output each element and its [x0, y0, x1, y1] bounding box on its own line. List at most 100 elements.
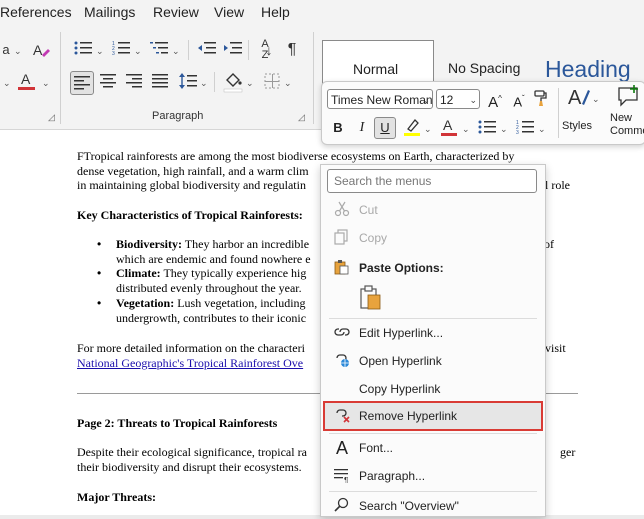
chevron-down-icon[interactable]: ⌄ — [538, 124, 546, 135]
bullets-icon[interactable] — [72, 40, 94, 62]
tab-review[interactable]: Review — [153, 4, 199, 20]
align-center-icon[interactable] — [98, 73, 118, 95]
menu-item-search-overview[interactable]: Search "Overview" — [321, 493, 545, 519]
separator — [558, 88, 559, 138]
chevron-down-icon[interactable]: ⌄ — [42, 78, 50, 89]
dialog-launcher-icon[interactable]: ◿ — [298, 112, 305, 123]
menu-item-cut[interactable]: Cut — [321, 197, 545, 223]
menu-item-edit-hyperlink[interactable]: Edit Hyperlink... — [321, 320, 545, 346]
context-menu: Search the menus Cut Copy Paste Options:… — [320, 164, 546, 517]
align-right-icon[interactable] — [124, 73, 144, 95]
italic-button[interactable]: I — [353, 118, 371, 138]
show-formatting-icon[interactable]: ¶ — [282, 40, 302, 60]
svg-text:A: A — [443, 117, 453, 133]
chevron-down-icon[interactable]: ⌄ — [284, 78, 292, 89]
chevron-down-icon[interactable]: ⌄ — [200, 78, 208, 89]
paragraph-more-info: For more detailed information on the cha… — [77, 341, 305, 370]
chevron-down-icon[interactable]: ⌄ — [96, 46, 104, 57]
bullet-vegetation: Vegetation: Lush vegetation, including u… — [116, 296, 306, 325]
chevron-down-icon[interactable]: ⌄ — [3, 78, 11, 89]
menu-item-open-hyperlink[interactable]: Open Hyperlink — [321, 348, 545, 374]
numbering-icon[interactable]: 123 — [514, 119, 536, 140]
style-heading[interactable]: Heading — [545, 56, 631, 83]
menu-item-paragraph[interactable]: ¶ Paragraph... — [321, 463, 545, 489]
despite-line-2: their biodiversity and disrupt their eco… — [77, 459, 302, 474]
bullet-title: Biodiversity: — [116, 237, 182, 251]
shading-icon[interactable] — [222, 71, 244, 99]
font-partial-icon[interactable]: a — [0, 40, 12, 60]
chevron-down-icon[interactable]: ⌄ — [424, 124, 432, 135]
bullet-text: undergrowth, contributes to their iconic — [116, 310, 307, 325]
chevron-down-icon[interactable]: ⌄ — [14, 46, 22, 57]
styles-label[interactable]: Styles — [562, 120, 592, 132]
menu-item-copy-hyperlink[interactable]: Copy Hyperlink — [321, 376, 545, 402]
intro-line-2: dense vegetation, high rainfall, and a w… — [77, 163, 309, 178]
menu-item-remove-hyperlink[interactable]: Remove Hyperlink — [321, 403, 545, 429]
menu-item-copy[interactable]: Copy — [321, 225, 545, 251]
tab-help[interactable]: Help — [261, 4, 290, 20]
sort-arrow-icon: ↓ — [265, 42, 273, 58]
chevron-down-icon[interactable]: ⌄ — [422, 90, 430, 108]
underline-button[interactable]: U — [374, 117, 396, 139]
chevron-down-icon[interactable]: ⌄ — [462, 124, 470, 135]
menu-item-label: Copy — [359, 231, 388, 245]
numbering-icon[interactable]: 123 — [110, 40, 132, 62]
shrink-font-icon[interactable]: Aˇ — [509, 89, 529, 112]
hyperlink-national-geographic[interactable]: National Geographic's Tropical Rainfores… — [77, 356, 303, 370]
tab-mailings[interactable]: Mailings — [84, 4, 135, 20]
styles-icon[interactable]: A — [563, 84, 595, 113]
increase-indent-icon[interactable] — [222, 40, 244, 62]
chevron-down-icon[interactable]: ⌄ — [134, 46, 142, 57]
paste-keep-source-icon[interactable] — [359, 285, 383, 311]
mini-toolbar: Times New Roman ⌄ 12 ⌄ A^ Aˇ A ⌄ Styles … — [321, 81, 644, 145]
tab-view[interactable]: View — [214, 4, 244, 20]
bullet-text: Lush vegetation, including — [177, 296, 306, 310]
menu-divider — [329, 318, 537, 319]
chevron-down-icon[interactable]: ⌄ — [172, 46, 180, 57]
format-painter-icon[interactable] — [532, 89, 552, 112]
align-left-icon[interactable] — [70, 71, 94, 95]
borders-icon[interactable] — [262, 73, 282, 95]
bullet-climate: Climate: They typically experience hig d… — [116, 266, 306, 295]
style-normal-label: Normal — [353, 61, 399, 77]
menu-item-font[interactable]: A Font... — [321, 435, 545, 461]
decrease-indent-icon[interactable] — [196, 40, 218, 62]
chevron-down-icon[interactable]: ⌄ — [246, 78, 254, 89]
paragraph-despite: Despite their ecological significance, t… — [77, 445, 307, 474]
bullet-biodiversity: Biodiversity: They harbor an incredible … — [116, 237, 311, 266]
scissors-icon — [333, 201, 351, 219]
new-comment-label[interactable]: New Comment — [610, 112, 644, 138]
tab-references[interactable]: References — [0, 4, 72, 20]
style-no-spacing[interactable]: No Spacing — [448, 60, 520, 76]
dialog-launcher-icon[interactable]: ◿ — [48, 112, 55, 123]
font-name-combo[interactable]: Times New Roman ⌄ — [327, 89, 433, 109]
clear-formatting-icon[interactable]: A — [30, 40, 52, 66]
more-info-tail: visit — [545, 341, 566, 355]
chevron-down-icon[interactable]: ⌄ — [592, 94, 600, 105]
bold-button[interactable]: B — [329, 118, 347, 138]
chevron-down-icon[interactable]: ⌄ — [500, 124, 508, 135]
page2-heading: Page 2: Threats to Tropical Rainforests — [77, 416, 278, 430]
grow-font-icon[interactable]: A^ — [485, 89, 505, 113]
font-color-icon[interactable]: A — [16, 70, 38, 98]
group-separator — [60, 32, 61, 124]
intro-line-3: in maintaining global biodiversity and r… — [77, 178, 306, 193]
menu-search-input[interactable]: Search the menus — [327, 169, 537, 193]
new-comment-icon[interactable] — [614, 85, 644, 112]
despite-tail: ger — [560, 445, 576, 459]
group-separator — [313, 32, 314, 124]
font-color-icon[interactable]: A — [438, 117, 460, 142]
search-icon — [333, 497, 351, 515]
multilevel-list-icon[interactable] — [148, 40, 170, 62]
menu-item-label: Edit Hyperlink... — [359, 326, 444, 340]
justify-icon[interactable] — [150, 73, 170, 95]
svg-text:A: A — [21, 71, 31, 87]
font-size-combo[interactable]: 12 ⌄ — [436, 89, 480, 109]
line-spacing-icon[interactable] — [178, 73, 198, 95]
highlight-icon[interactable] — [401, 117, 423, 142]
chevron-down-icon[interactable]: ⌄ — [469, 90, 477, 108]
bullets-icon[interactable] — [476, 119, 498, 140]
intro-line-1: FTropical rainforests are among the most… — [77, 149, 515, 163]
bullet-text: They harbor an incredible — [184, 237, 310, 251]
font-size-value: 12 — [440, 93, 454, 107]
